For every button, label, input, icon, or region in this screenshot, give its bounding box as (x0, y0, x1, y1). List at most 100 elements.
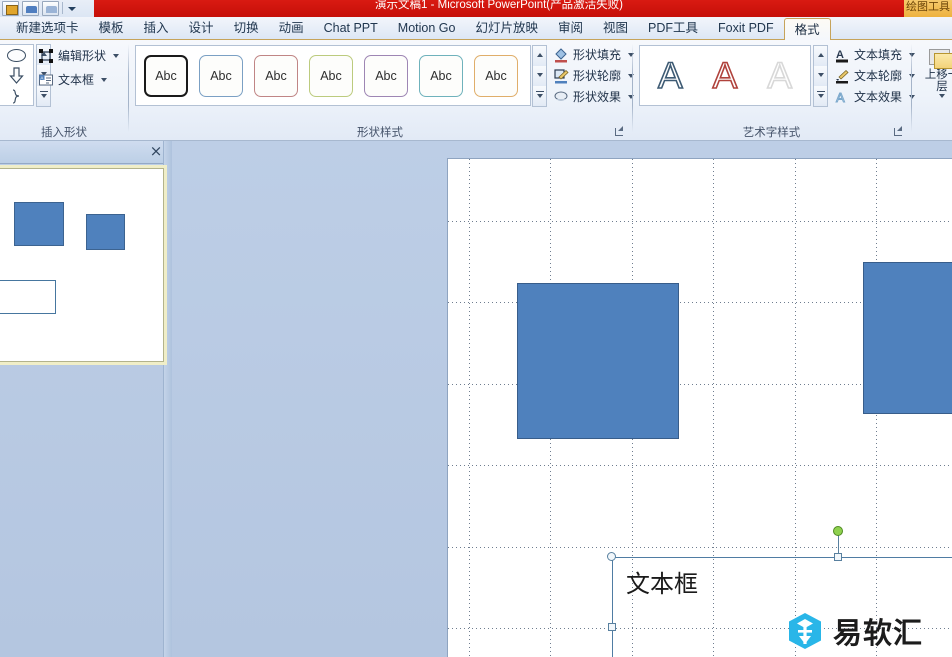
redo-icon[interactable] (42, 0, 59, 16)
shape-style-preview-label: Abc (254, 54, 298, 97)
close-icon[interactable]: × (149, 144, 163, 159)
ribbon-tab-12[interactable]: Foxit PDF (708, 18, 784, 40)
text-effects-label: 文本效果 (854, 90, 903, 104)
shape-style-2[interactable]: Abc (194, 48, 248, 103)
resize-handle-top-center[interactable] (834, 553, 842, 561)
bring-forward-button[interactable]: 上移一层 (920, 46, 952, 98)
slide-rect-1[interactable] (517, 283, 679, 439)
text-effects-button[interactable]: A 文本效果 (834, 88, 916, 105)
shape-style-1[interactable]: Abc (139, 48, 193, 103)
ribbon-group-arrange: 上移一层 (912, 40, 952, 141)
wordart-scroll-up-button[interactable] (813, 45, 828, 67)
slide-rect-2[interactable] (863, 262, 952, 414)
text-box-label: 文本框 (58, 73, 95, 87)
powerpoint-window: 演示文稿1 - Microsoft PowerPoint(产品激活失败) 绘图工… (0, 0, 952, 657)
rotation-handle[interactable] (833, 526, 843, 536)
wordart-style-2[interactable]: A (699, 48, 752, 103)
thumb-rect-2 (86, 214, 125, 250)
wordart-style-1[interactable]: A (644, 48, 697, 103)
ribbon-tab-11[interactable]: PDF工具 (638, 18, 708, 40)
text-box-button[interactable]: A 文本框 (38, 71, 108, 88)
shape-effects-label: 形状效果 (573, 90, 622, 104)
customize-qat-icon[interactable] (66, 1, 77, 16)
textbox-top-border (612, 557, 952, 558)
chevron-down-icon[interactable] (113, 53, 120, 58)
shape-effects-button[interactable]: 形状效果 (553, 88, 635, 105)
shape-style-preview-label: Abc (144, 54, 188, 97)
wordart-styles-scroll[interactable] (813, 45, 828, 107)
text-fill-button[interactable]: A 文本填充 (834, 46, 916, 63)
text-effects-icon: A (834, 89, 850, 105)
ribbon-group-insert-shapes: 编辑形状 A 文本框 插入形状 (0, 40, 128, 141)
shape-styles-gallery[interactable]: Abc Abc Abc Abc Abc Abc Abc (135, 45, 531, 106)
text-outline-button[interactable]: 文本轮廓 (834, 67, 916, 84)
shape-style-preview-label: Abc (199, 54, 243, 97)
pane-splitter[interactable] (163, 141, 172, 657)
rotation-connector (838, 535, 839, 553)
text-fill-label: 文本填充 (854, 48, 903, 62)
shape-outline-label: 形状轮廓 (573, 69, 622, 83)
shape-outline-button[interactable]: 形状轮廓 (553, 67, 635, 84)
style-scroll-up-button[interactable] (532, 45, 547, 67)
down-arrow-shape-icon[interactable] (9, 67, 24, 84)
textbox-text[interactable]: 文本框 (626, 564, 698, 599)
wordart-style-3[interactable]: A (753, 48, 806, 103)
ribbon-tab-5[interactable]: 动画 (269, 18, 314, 40)
edit-shape-label: 编辑形状 (58, 49, 107, 63)
chevron-down-icon[interactable] (939, 94, 945, 98)
text-outline-icon (834, 68, 850, 84)
ribbon-tab-6[interactable]: Chat PPT (314, 18, 388, 40)
shape-style-5[interactable]: Abc (359, 48, 413, 103)
shape-effects-icon (553, 89, 569, 105)
wordart-styles-gallery[interactable]: AAA (639, 45, 811, 106)
ribbon-tab-0[interactable]: 新建选项卡 (6, 18, 89, 40)
ribbon-tab-7[interactable]: Motion Go (388, 18, 466, 40)
ribbon-tab-9[interactable]: 审阅 (548, 18, 593, 40)
text-fill-icon: A (834, 47, 850, 63)
undo-icon[interactable] (22, 0, 39, 16)
shape-style-preview-label: Abc (474, 54, 518, 97)
wordart-style-preview-label: A (657, 55, 683, 96)
wordart-scroll-down-button[interactable] (813, 66, 828, 87)
ribbon-tab-1[interactable]: 模板 (89, 18, 134, 40)
style-expand-button[interactable] (532, 86, 547, 107)
slide-thumbnail[interactable] (0, 165, 167, 365)
save-icon[interactable] (2, 0, 19, 16)
ribbon-tab-3[interactable]: 设计 (179, 18, 224, 40)
shape-style-6[interactable]: Abc (414, 48, 468, 103)
shapes-gallery[interactable] (0, 44, 34, 106)
grid-line-horizontal (448, 465, 952, 466)
document-title: 演示文稿1 - Microsoft PowerPoint(产品激活失败) (375, 0, 623, 11)
ribbon-tab-13[interactable]: 格式 (783, 18, 831, 41)
ribbon-tab-8[interactable]: 幻灯片放映 (465, 18, 548, 40)
shape-styles-scroll[interactable] (532, 45, 547, 107)
shape-style-3[interactable]: Abc (249, 48, 303, 103)
brace-shape-icon[interactable] (11, 89, 22, 104)
shape-style-preview-label: Abc (419, 54, 463, 97)
shape-style-7[interactable]: Abc (469, 48, 523, 103)
ribbon-tab-2[interactable]: 插入 (134, 18, 179, 40)
gallery-expand-button[interactable] (36, 85, 51, 107)
edit-shape-button[interactable]: 编辑形状 (38, 47, 120, 64)
ribbon-tab-10[interactable]: 视图 (593, 18, 638, 40)
edit-shape-icon (38, 48, 54, 64)
text-box-icon: A (38, 72, 54, 88)
chevron-down-icon[interactable] (101, 77, 108, 82)
svg-text:A: A (836, 49, 844, 61)
shape-fill-label: 形状填充 (573, 48, 622, 62)
style-scroll-down-button[interactable] (532, 66, 547, 87)
wordart-styles-group-label: 艺术字样式 (742, 127, 801, 139)
ribbon-tab-strip: 新建选项卡 模板 插入 设计 切换 动画 Chat PPT Motion Go 幻灯片放映 审阅视… (0, 17, 952, 41)
shape-style-4[interactable]: Abc (304, 48, 358, 103)
shape-fill-button[interactable]: 形状填充 (553, 46, 635, 63)
wordart-expand-button[interactable] (813, 86, 828, 107)
shape-style-preview-label: Abc (364, 54, 408, 97)
resize-handle-middle-left[interactable] (608, 623, 616, 631)
svg-text:A: A (836, 90, 845, 105)
ribbon-tab-4[interactable]: 切换 (224, 18, 269, 40)
oval-shape-icon[interactable] (7, 49, 26, 62)
shape-styles-group-label: 形状样式 (357, 127, 403, 139)
shape-outline-icon (553, 68, 569, 84)
resize-handle-top-left[interactable] (607, 552, 616, 561)
grid-line-vertical (469, 159, 470, 657)
